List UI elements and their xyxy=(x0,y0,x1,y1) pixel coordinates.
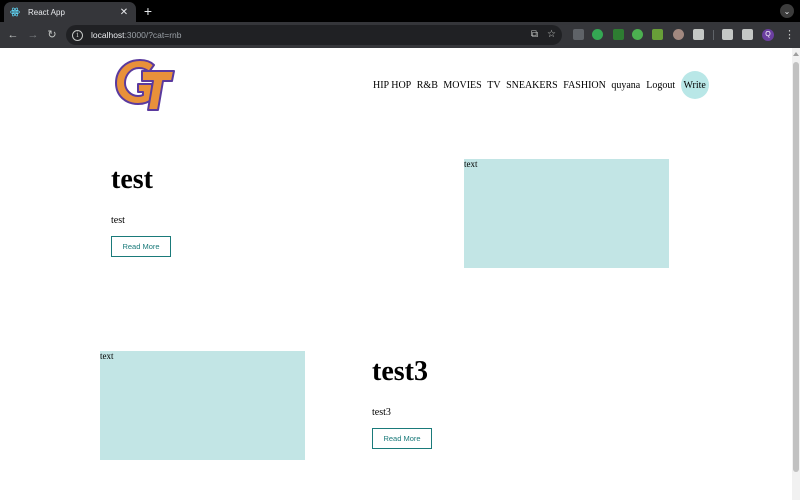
install-app-icon[interactable]: ⧉ xyxy=(531,29,538,41)
nav-link-fashion[interactable]: FASHION xyxy=(563,80,606,91)
scroll-thumb[interactable] xyxy=(793,62,799,472)
extension-download-icon[interactable] xyxy=(613,29,624,40)
toolbar-divider xyxy=(713,30,714,40)
tab-close-icon[interactable]: ✕ xyxy=(118,7,130,18)
post-title[interactable]: test xyxy=(111,164,153,196)
extension-sheet-icon[interactable] xyxy=(652,29,663,40)
nav-link-rnb[interactable]: R&B xyxy=(417,80,438,91)
nav-link-tv[interactable]: TV xyxy=(487,80,500,91)
read-more-button[interactable]: Read More xyxy=(372,428,432,449)
browser-toolbar: ← → ↻ i localhost:3000/?cat=rnb ⧉ ☆ Q ⋮ xyxy=(0,22,800,48)
nav-link-hip-hop[interactable]: HIP HOP xyxy=(373,80,411,91)
tab-search-button[interactable]: ⌄ xyxy=(780,4,794,18)
category-nav: HIP HOP R&B MOVIES TV SNEAKERS FASHION q… xyxy=(373,71,709,99)
profile-avatar[interactable]: Q xyxy=(762,29,774,41)
forward-arrow-icon[interactable]: → xyxy=(26,28,40,42)
tab-title: React App xyxy=(28,7,65,17)
image-alt-text: text xyxy=(464,159,478,169)
post-description: test xyxy=(111,215,125,226)
image-alt-text: text xyxy=(100,351,114,361)
read-more-button[interactable]: Read More xyxy=(111,236,171,257)
react-icon xyxy=(10,7,20,17)
bookmark-star-icon[interactable]: ☆ xyxy=(547,29,556,41)
site-logo[interactable] xyxy=(112,54,178,112)
address-path: :3000/?cat=rnb xyxy=(124,30,182,40)
extension-z-icon[interactable] xyxy=(573,29,584,40)
page-viewport: HIP HOP R&B MOVIES TV SNEAKERS FASHION q… xyxy=(0,48,792,500)
browser-tab-bar: React App ✕ + ⌄ xyxy=(0,0,800,22)
reload-icon[interactable]: ↻ xyxy=(45,28,59,42)
nav-logout-link[interactable]: Logout xyxy=(646,80,675,91)
extensions-puzzle-icon[interactable] xyxy=(693,29,704,40)
nav-link-movies[interactable]: MOVIES xyxy=(443,80,481,91)
browser-menu-icon[interactable]: ⋮ xyxy=(784,28,795,42)
nav-username: quyana xyxy=(611,79,641,91)
write-button[interactable]: Write xyxy=(680,71,709,99)
address-host: localhost xyxy=(91,30,125,40)
new-tab-button[interactable]: + xyxy=(141,3,155,19)
post-title[interactable]: test3 xyxy=(372,356,428,388)
extension-cloud-icon[interactable] xyxy=(632,29,643,40)
post-image: text xyxy=(464,159,669,268)
media-queue-icon[interactable] xyxy=(722,29,733,40)
extension-grammarly-icon[interactable] xyxy=(592,29,603,40)
browser-tab[interactable]: React App ✕ xyxy=(4,2,136,22)
address-bar[interactable]: i localhost:3000/?cat=rnb ⧉ ☆ xyxy=(66,25,562,45)
site-info-icon[interactable]: i xyxy=(72,29,83,41)
page-scrollbar[interactable] xyxy=(792,48,800,500)
post-description: test3 xyxy=(372,407,391,418)
scroll-up-arrow-icon[interactable] xyxy=(793,52,799,56)
nav-link-sneakers[interactable]: SNEAKERS xyxy=(506,80,558,91)
side-panel-icon[interactable] xyxy=(742,29,753,40)
back-arrow-icon[interactable]: ← xyxy=(6,28,20,42)
extension-bug-icon[interactable] xyxy=(673,29,684,40)
post-image: text xyxy=(100,351,305,460)
